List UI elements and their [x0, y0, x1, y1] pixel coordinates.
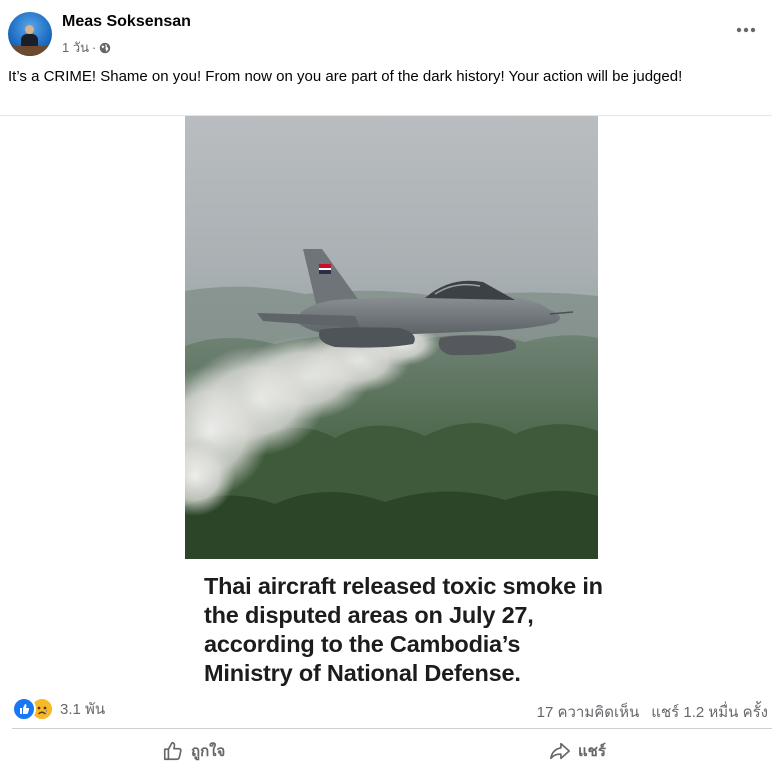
meta-separator: · — [92, 40, 97, 55]
like-button[interactable]: ถูกใจ — [162, 737, 225, 765]
aircraft-photo — [185, 116, 598, 559]
post-header: Meas Soksensan 1 วัน · — [0, 0, 772, 64]
like-reaction-icon — [12, 697, 36, 721]
comments-count[interactable]: 17 ความคิดเห็น — [537, 700, 640, 724]
post-time[interactable]: 1 วัน — [62, 37, 89, 58]
share-label: แชร์ — [578, 743, 606, 760]
reaction-count: 3.1 พัน — [60, 701, 106, 718]
share-arrow-icon — [550, 742, 570, 760]
like-label: ถูกใจ — [191, 743, 226, 760]
author-name[interactable]: Meas Soksensan — [62, 13, 191, 31]
post-meta: 1 วัน · — [62, 37, 111, 58]
image-headline: Thai aircraft released toxic smoke in th… — [204, 573, 603, 686]
post-image[interactable] — [185, 116, 598, 559]
thumbs-up-icon — [163, 741, 182, 761]
avatar-podium — [12, 46, 48, 56]
divider — [12, 728, 772, 729]
avatar-person-head — [25, 25, 34, 34]
more-options-icon[interactable] — [734, 18, 758, 42]
shares-count[interactable]: แชร์ 1.2 หมื่น ครั้ง — [651, 700, 768, 724]
globe-icon[interactable] — [99, 42, 111, 54]
avatar[interactable] — [8, 12, 52, 56]
share-button[interactable]: แชร์ — [549, 737, 606, 765]
post-caption: It’s a CRIME! Shame on you! From now on … — [8, 68, 683, 85]
reactions-summary[interactable]: 3.1 พัน — [12, 697, 106, 721]
engagement-stats: 17 ความคิดเห็น แชร์ 1.2 หมื่น ครั้ง — [537, 700, 768, 724]
